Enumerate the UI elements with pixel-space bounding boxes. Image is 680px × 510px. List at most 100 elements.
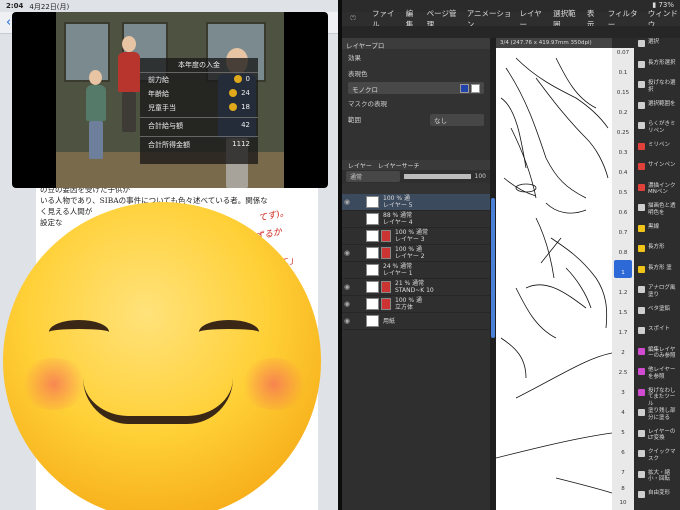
layer-thumbnail <box>366 213 379 225</box>
tool-item[interactable]: スポイト <box>636 326 680 335</box>
tool-icon <box>638 204 645 212</box>
brush-size-option[interactable]: 0.07 <box>612 50 634 56</box>
tab-layer[interactable]: レイヤー <box>348 161 372 170</box>
tool-item[interactable]: ミリペン <box>636 142 680 150</box>
brush-size-option[interactable]: 0.15 <box>612 90 634 96</box>
brush-size-option[interactable]: 10 <box>612 500 634 506</box>
drawing-canvas[interactable]: 3/4 (247.76 x 419.97mm 350dpi) <box>496 38 612 510</box>
brush-size-option[interactable]: 0.1 <box>612 70 634 76</box>
tool-item[interactable]: 投げなわしてまたツール <box>636 388 680 408</box>
brush-size-option[interactable]: 4 <box>612 410 634 416</box>
brush-size-option[interactable]: 1 <box>612 270 634 276</box>
layer-row[interactable]: 88 % 通常 レイヤー 4 <box>342 211 490 228</box>
tool-item[interactable]: 濃描インクMNペン <box>636 183 680 196</box>
layer-row[interactable]: ◉ 21 % 通常 STAND~K 10 <box>342 279 490 296</box>
brush-size-option[interactable]: 3 <box>612 390 634 396</box>
layer-row[interactable]: ◉ 100 % 通立方体 <box>342 296 490 313</box>
expression-color-select[interactable]: モノクロ <box>348 82 484 94</box>
picture-in-picture-video[interactable]: 本年度の入金 前力給 0 年齢給 24 児童手当 18 合計給与額 42 合計所… <box>12 12 328 188</box>
brush-size-option[interactable]: 1.7 <box>612 330 634 336</box>
tool-item[interactable]: 黒線 <box>636 224 680 232</box>
brush-size-option[interactable]: 0.8 <box>612 250 634 256</box>
brush-size-option[interactable]: 0.25 <box>612 130 634 136</box>
eye-icon[interactable]: ◉ <box>344 317 352 325</box>
eye-icon[interactable]: ◉ <box>344 249 352 257</box>
brush-size-option[interactable]: 0.4 <box>612 170 634 176</box>
brush-size-option[interactable]: 5 <box>612 430 634 436</box>
layer-name: STAND~K 10 <box>395 287 434 294</box>
layer-thumbnail <box>366 196 379 208</box>
tool-item[interactable]: 選択 <box>636 39 680 47</box>
overlay-title: 本年度の入金 <box>140 58 258 73</box>
tool-item[interactable]: 描画色と透明色を <box>636 203 680 216</box>
brush-size-option[interactable]: 2 <box>612 350 634 356</box>
brush-size-option[interactable]: 0.2 <box>612 110 634 116</box>
scrollbar-thumb[interactable] <box>491 198 495 338</box>
tool-item[interactable]: 長方形選択 <box>636 60 680 68</box>
brush-size-option[interactable]: 0.5 <box>612 190 634 196</box>
earnings-overlay: 本年度の入金 前力給 0 年齢給 24 児童手当 18 合計給与額 42 合計所… <box>140 58 258 164</box>
blend-mode-row: 通常 100 <box>342 170 490 183</box>
back-icon[interactable]: ‹ <box>6 15 11 30</box>
overlay-subtotal-label: 合計給与額 <box>148 122 183 130</box>
brush-size-option[interactable]: 0.7 <box>612 230 634 236</box>
tool-item[interactable]: 編集レイヤーのみ参照 <box>636 347 680 360</box>
eye-icon[interactable]: ◉ <box>344 300 352 308</box>
tool-item[interactable]: 長方形 塗 <box>636 265 680 273</box>
layer-row[interactable]: 100 % 通常 レイヤー 3 <box>342 228 490 245</box>
tool-item[interactable]: アナログ風塗り <box>636 285 680 298</box>
layer-row[interactable]: ◉ 100 % 通レイヤー 5 <box>342 194 490 211</box>
brush-size-option[interactable]: 8 <box>612 486 634 492</box>
main-color-chip[interactable] <box>459 84 469 93</box>
battery-percent: 73% <box>658 1 674 9</box>
sub-color-chip[interactable] <box>471 84 480 93</box>
tool-item[interactable]: クイックマスク <box>636 449 680 462</box>
layer-name: 用紙 <box>383 317 396 325</box>
tool-label: 投げなわしてまたツール <box>648 387 676 407</box>
tool-item[interactable]: 拡大・縮小・回転 <box>636 470 680 483</box>
ipad-status-bar: 2:04 4月22日(月) <box>0 0 338 12</box>
tool-label: 長方形 <box>648 244 665 251</box>
eye-icon[interactable]: ◉ <box>344 198 352 206</box>
range-select[interactable]: なし <box>430 114 484 126</box>
tool-item[interactable]: 投げなわ選択 <box>636 80 680 93</box>
tool-item[interactable]: らくがきミリペン <box>636 121 680 134</box>
brush-size-option[interactable]: 1.5 <box>612 310 634 316</box>
tool-item[interactable]: レイヤーのLT変換 <box>636 429 680 442</box>
eye-icon[interactable]: ◉ <box>344 283 352 291</box>
overlay-subtotal-value: 42 <box>241 121 250 129</box>
layer-row[interactable]: 24 % 通常 レイヤー 1 <box>342 262 490 279</box>
tool-item[interactable]: 選択範囲を <box>636 101 680 109</box>
layer-row[interactable]: ◉ 用紙 <box>342 313 490 330</box>
tool-item[interactable]: サインペン <box>636 162 680 171</box>
brush-size-option[interactable]: 0.6 <box>612 210 634 216</box>
brush-size-option[interactable]: 2.5 <box>612 370 634 376</box>
tool-icon <box>638 306 645 314</box>
layer-property-tab[interactable]: レイヤープロ <box>342 38 490 50</box>
tool-item[interactable]: 他レイヤーを参照 <box>636 367 680 380</box>
brush-size-option[interactable]: 6 <box>612 450 634 456</box>
tool-label: らくがきミリペン <box>648 121 676 134</box>
layer-thumbnail <box>366 264 379 276</box>
tool-label: スポイト <box>648 326 671 333</box>
layer-row[interactable]: ◉ 100 % 通レイヤー 2 <box>342 245 490 262</box>
tool-item[interactable]: 長方形 <box>636 244 680 253</box>
effect-label: 効果 <box>348 54 361 62</box>
brush-size-option[interactable]: 1.2 <box>612 290 634 296</box>
emoji-eye <box>199 320 259 344</box>
tab-layer-search[interactable]: レイヤーサーチ <box>378 161 420 170</box>
overlay-row-value: 0 <box>245 75 250 83</box>
tool-item[interactable]: 塗り残し部分に塗る <box>636 408 680 421</box>
tool-icon <box>638 183 645 191</box>
range-row: 範囲 なし <box>342 111 490 129</box>
brush-size-option[interactable]: 7 <box>612 470 634 476</box>
opacity-slider[interactable] <box>404 174 471 179</box>
tool-item[interactable]: ベタ塗鉛 <box>636 306 680 314</box>
blend-mode-select[interactable]: 通常 <box>346 171 400 182</box>
canvas-tab[interactable]: 3/4 (247.76 x 419.97mm 350dpi) <box>496 38 612 48</box>
tool-item[interactable]: 自由変形 <box>636 490 680 499</box>
brush-size-option[interactable]: 0.3 <box>612 150 634 156</box>
app-logo-icon[interactable]: ෆ <box>350 13 356 23</box>
command-bar <box>342 26 680 38</box>
tool-icon <box>638 40 645 47</box>
